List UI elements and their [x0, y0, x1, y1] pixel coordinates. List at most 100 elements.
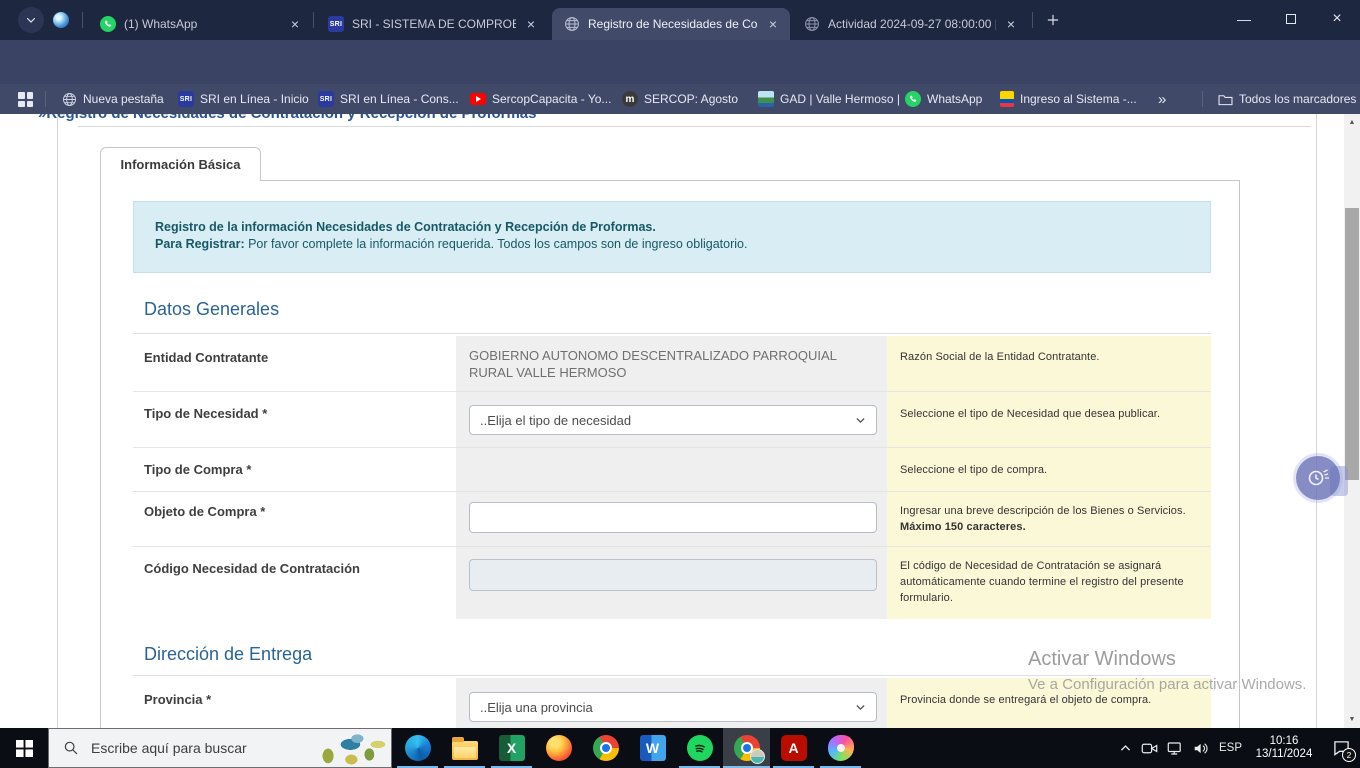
start-button[interactable] [0, 728, 48, 768]
bookmark-label: SercopCapacita - Yo... [492, 92, 611, 106]
tipo-necesidad-select[interactable]: ..Elija el tipo de necesidad [469, 405, 877, 435]
volume-icon[interactable] [1193, 741, 1210, 756]
bookmark-ingreso-sistema[interactable]: Ingreso al Sistema -... [1000, 84, 1137, 114]
tab-title: Actividad 2024-09-27 08:00:00 | [828, 17, 996, 31]
chevron-down-icon [25, 14, 37, 26]
notification-badge: 2 [1342, 748, 1356, 762]
close-tab-icon[interactable]: × [764, 15, 782, 33]
tab-informacion-basica[interactable]: Información Básica [100, 147, 261, 181]
youtube-icon [470, 93, 486, 105]
taskbar-spotify[interactable] [676, 728, 723, 768]
scroll-up-arrow[interactable]: ▲ [1344, 114, 1360, 131]
sri-icon: SRI [318, 91, 334, 107]
objeto-compra-label: Objeto de Compra * [133, 492, 456, 519]
sri-icon: SRI [178, 91, 194, 107]
bookmark-sri-consultas[interactable]: SRI SRI en Línea - Cons... [318, 84, 459, 114]
moodle-icon: m [622, 91, 638, 107]
browser-toolbar: compraspublicas.gob.ec/ProcesoContrataci… [0, 40, 1360, 84]
taskbar-chrome-profile-active[interactable] [723, 728, 770, 768]
bookmark-label: SERCOP: Agosto [644, 92, 738, 106]
bookmark-sri-inicio[interactable]: SRI SRI en Línea - Inicio [178, 84, 309, 114]
codigo-help: El código de Necesidad de Contratación s… [887, 547, 1211, 606]
close-tab-icon[interactable]: × [522, 15, 540, 33]
container-left-border [57, 114, 58, 728]
chevron-down-icon [854, 701, 867, 714]
scroll-down-arrow[interactable]: ▼ [1344, 711, 1360, 728]
new-tab-button[interactable] [1042, 9, 1064, 31]
chevron-down-icon [854, 414, 867, 427]
profile-avatar [750, 749, 765, 764]
word-icon: W [640, 735, 666, 761]
taskbar-search[interactable]: Escribe aquí para buscar [48, 728, 392, 768]
bookmark-nueva-pestana[interactable]: Nueva pestaña [62, 84, 164, 114]
globe-icon [62, 92, 77, 107]
bookmark-sercop-agosto[interactable]: m SERCOP: Agosto [622, 84, 738, 114]
select-value: ..Elija el tipo de necesidad [480, 413, 631, 428]
tab-title: Registro de Necesidades de Cor [588, 17, 758, 31]
system-tray: ESP 10:16 13/11/2024 2 [1119, 728, 1356, 768]
notice-bold: Para Registrar: [155, 237, 245, 251]
help-bold: Máximo 150 caracteres. [900, 521, 1026, 533]
search-icon [63, 740, 79, 756]
form-panel: Registro de la información Necesidades d… [100, 180, 1240, 728]
action-center-button[interactable]: 2 [1326, 735, 1356, 761]
bookmark-label: GAD | Valle Hermoso | [780, 92, 900, 106]
bookmark-gad-valle-hermoso[interactable]: GAD | Valle Hermoso | [758, 84, 900, 114]
whatsapp-icon [100, 16, 116, 32]
taskbar-apps: X W A [394, 728, 864, 768]
form-row-codigo: Código Necesidad de Contratación El códi… [133, 546, 1211, 619]
taskbar-paint-3d[interactable] [817, 728, 864, 768]
provincia-select[interactable]: ..Elija una provincia [469, 692, 877, 722]
info-notice: Registro de la información Necesidades d… [133, 201, 1211, 273]
entidad-help: Razón Social de la Entidad Contratante. [887, 336, 1211, 365]
floating-timer-widget[interactable] [1296, 456, 1340, 500]
tipo-compra-help: Seleccione el tipo de compra. [887, 448, 1211, 478]
codigo-label: Código Necesidad de Contratación [133, 547, 456, 576]
all-bookmarks-button[interactable]: Todos los marcadores [1218, 84, 1356, 114]
paint-3d-icon [828, 735, 854, 761]
windows-taskbar: Escribe aquí para buscar X W A [0, 728, 1360, 768]
objeto-compra-input[interactable] [469, 502, 877, 533]
vertical-scrollbar[interactable]: ▲ ▼ [1344, 114, 1360, 728]
taskbar-word[interactable]: W [629, 728, 676, 768]
close-tab-icon[interactable]: × [286, 15, 304, 33]
network-icon[interactable] [1167, 741, 1184, 756]
all-bookmarks-label: Todos los marcadores [1239, 92, 1356, 106]
desktop: (1) WhatsApp × SRI SRI - SISTEMA DE COMP… [0, 0, 1360, 768]
taskbar-edge[interactable] [394, 728, 441, 768]
taskbar-firefox[interactable] [535, 728, 582, 768]
browser-tab-strip: (1) WhatsApp × SRI SRI - SISTEMA DE COMP… [0, 0, 1360, 40]
taskbar-clock[interactable]: 10:16 13/11/2024 [1251, 735, 1317, 761]
tab-search-button[interactable] [18, 7, 44, 33]
provincia-help: Provincia donde se entregará el objeto d… [887, 678, 1211, 708]
tab-whatsapp[interactable]: (1) WhatsApp × [88, 8, 312, 40]
taskbar-excel[interactable]: X [488, 728, 535, 768]
bookmarks-overflow-button[interactable]: » [1158, 84, 1166, 114]
plus-icon [1046, 13, 1060, 27]
tray-expand-button[interactable] [1119, 742, 1132, 755]
gad-logo-icon [758, 91, 774, 107]
tab-actividad[interactable]: Actividad 2024-09-27 08:00:00 | × [792, 8, 1028, 40]
taskbar-file-explorer[interactable] [441, 728, 488, 768]
apps-grid-icon[interactable] [18, 92, 33, 107]
maximize-icon [1286, 14, 1296, 24]
excel-icon: X [499, 735, 525, 761]
taskbar-acrobat[interactable]: A [770, 728, 817, 768]
bookmark-whatsapp[interactable]: WhatsApp [905, 84, 982, 114]
window-minimize-button[interactable]: — [1227, 0, 1261, 38]
tab-registro-active[interactable]: Registro de Necesidades de Cor × [552, 8, 790, 40]
bookmark-sercopcapacita[interactable]: SercopCapacita - Yo... [470, 84, 611, 114]
close-tab-icon[interactable]: × [1002, 15, 1020, 33]
taskbar-chrome[interactable] [582, 728, 629, 768]
meet-now-icon[interactable] [1141, 741, 1158, 756]
tab-sri[interactable]: SRI SRI - SISTEMA DE COMPROBAN × [316, 8, 548, 40]
clock-wings-icon [1306, 466, 1330, 490]
folder-icon [1218, 93, 1233, 106]
window-maximize-button[interactable] [1274, 0, 1308, 38]
scrollbar-thumb[interactable] [1345, 208, 1359, 480]
language-indicator[interactable]: ESP [1219, 742, 1242, 754]
window-close-button[interactable]: × [1320, 0, 1354, 38]
tab-separator [82, 12, 83, 28]
tab-title: SRI - SISTEMA DE COMPROBAN [352, 17, 516, 31]
tab-title: (1) WhatsApp [124, 17, 280, 31]
